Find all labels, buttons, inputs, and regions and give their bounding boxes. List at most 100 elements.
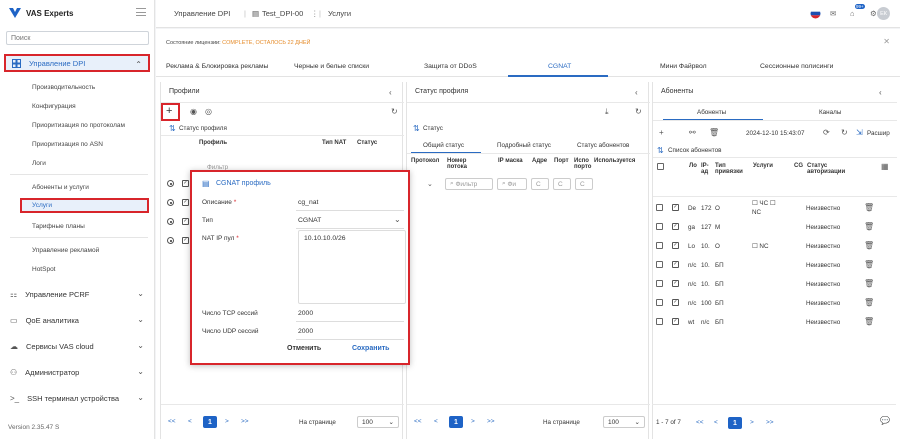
table-row[interactable]: ✓ wt n/c БП Неизвестно 🗑 (652, 314, 896, 333)
col-services[interactable]: Услуги (753, 163, 773, 169)
tcp-input[interactable]: 2000 (298, 310, 313, 317)
expand-button[interactable]: Расшир (867, 130, 890, 137)
row-enabled-checkbox[interactable]: ✓ (672, 280, 679, 287)
delete-icon[interactable]: 🗑 (864, 222, 874, 231)
col-bind-type[interactable]: Тип привязки (715, 163, 745, 175)
refresh-icon[interactable]: ↻ (391, 107, 398, 116)
filter-ports-used[interactable]: С (575, 178, 593, 190)
col-port[interactable]: Порт (554, 158, 569, 164)
delete-icon[interactable]: 🗑 (709, 128, 719, 137)
notification-icon[interactable]: ⌂ (850, 9, 855, 18)
pager-prev[interactable]: < (188, 418, 192, 425)
delete-icon[interactable]: 🗑 (864, 203, 874, 212)
pager-last[interactable]: >> (766, 419, 774, 426)
pager-last[interactable]: >> (241, 418, 249, 425)
record-icon[interactable]: ◉ (190, 107, 197, 116)
sidebar-group-dpi[interactable]: Управление DPI ⌃ (4, 54, 150, 72)
row-checkbox[interactable] (656, 242, 663, 249)
breadcrumb-dpi[interactable]: Управление DPI (174, 9, 230, 18)
sidebar-item-logs[interactable]: Логи (32, 160, 46, 167)
col-status[interactable]: Статус (357, 140, 377, 146)
row-enabled-checkbox[interactable]: ✓ (672, 223, 679, 230)
tab-policing[interactable]: Сессионные полисинги (760, 63, 833, 70)
pager-current[interactable]: 1 (728, 417, 742, 429)
table-row[interactable]: ✓ n/c 10. БП Неизвестно 🗑 (652, 276, 896, 295)
row-checkbox[interactable] (656, 204, 663, 211)
sidebar-item-proto-priority[interactable]: Приоритизация по протоколам (32, 122, 125, 129)
pager-prev[interactable]: < (434, 418, 438, 425)
refresh-icon[interactable]: ↻ (635, 107, 642, 116)
save-button[interactable]: Сохранить (352, 345, 389, 352)
avatar[interactable]: ЕК (877, 7, 890, 20)
sidebar-item-hotspot[interactable]: HotSpot (32, 266, 56, 273)
tab-cgnat[interactable]: CGNAT (548, 63, 571, 70)
delete-icon[interactable]: 🗑 (864, 241, 874, 250)
col-addr[interactable]: Адре (532, 158, 547, 164)
row-checkbox[interactable]: ✓ (182, 199, 189, 206)
col-cg[interactable]: CG (794, 163, 803, 169)
subscribers-list-link[interactable]: Список абонентов (668, 147, 721, 154)
sidebar-group-ssh[interactable]: >_ SSH терминал устройства ⌄ (4, 389, 150, 407)
cancel-button[interactable]: Отменить (287, 345, 321, 352)
flag-ru-icon[interactable] (810, 8, 821, 19)
chevron-left-icon[interactable]: ‹ (879, 88, 882, 97)
more-vertical-icon[interactable]: ⋮ (311, 9, 319, 18)
chat-icon[interactable]: 💬 (880, 416, 890, 425)
settings-icon[interactable]: ⚙ (870, 9, 877, 18)
table-row[interactable]: ✓ n/c 100 БП Неизвестно 🗑 (652, 295, 896, 314)
row-checkbox[interactable] (656, 261, 663, 268)
row-enabled-checkbox[interactable]: ✓ (672, 318, 679, 325)
row-checkbox[interactable] (656, 299, 663, 306)
row-checkbox[interactable] (656, 318, 663, 325)
search-input[interactable] (6, 31, 149, 45)
row-checkbox[interactable] (656, 223, 663, 230)
table-row[interactable]: ✓ ga 127 М Неизвестно 🗑 (652, 219, 896, 238)
add-profile-button[interactable]: + (166, 105, 172, 117)
sidebar-group-qoe[interactable]: ▭ QoE аналитика ⌄ (4, 311, 150, 329)
desc-input[interactable]: cg_nat (298, 199, 318, 206)
close-icon[interactable]: ✕ (883, 37, 890, 46)
per-page-select[interactable]: 100 ⌄ (603, 416, 645, 428)
delete-icon[interactable]: 🗑 (864, 279, 874, 288)
row-enabled-checkbox[interactable]: ✓ (672, 242, 679, 249)
tab-firewall[interactable]: Мини Файрвол (660, 63, 707, 70)
breadcrumb-device[interactable]: Test_DPI-00 (262, 9, 303, 18)
sidebar-item-asn-priority[interactable]: Приоритизация по ASN (32, 141, 103, 148)
pager-first[interactable]: << (696, 419, 704, 426)
row-radio[interactable] (167, 180, 174, 187)
col-auth-status[interactable]: Статус авторизации (807, 163, 847, 175)
mail-icon[interactable]: ✉ (830, 9, 836, 18)
refresh-icon[interactable]: ↻ (841, 128, 848, 137)
stop-icon[interactable]: ◎ (205, 107, 212, 116)
delete-icon[interactable]: 🗑 (864, 260, 874, 269)
table-row[interactable]: ✓ Lo 10. O ☐ NC Неизвестно 🗑 (652, 238, 896, 257)
sidebar-item-config[interactable]: Конфигурация (32, 103, 76, 110)
pager-next[interactable]: > (225, 418, 229, 425)
download-icon[interactable]: ⤓ (605, 107, 609, 117)
row-checkbox[interactable]: ✓ (182, 237, 189, 244)
row-checkbox[interactable]: ✓ (182, 218, 189, 225)
sidebar-item-subscribers[interactable]: Абоненты и услуги (32, 184, 89, 191)
col-ip-mask[interactable]: IP маска (498, 158, 523, 164)
pager-last[interactable]: >> (487, 418, 495, 425)
filter-port[interactable]: С (553, 178, 571, 190)
row-radio[interactable] (167, 237, 174, 244)
tab-blacklists[interactable]: Черные и белые списки (294, 63, 369, 70)
delete-icon[interactable]: 🗑 (864, 298, 874, 307)
filter-addr[interactable]: С (531, 178, 549, 190)
udp-input[interactable]: 2000 (298, 328, 313, 335)
col-flow[interactable]: Номер потока (447, 158, 477, 170)
sidebar-item-ads[interactable]: Управление рекламой (32, 247, 99, 254)
chevron-down-icon[interactable]: ⌄ (427, 180, 433, 188)
chevron-left-icon[interactable]: ‹ (389, 88, 392, 97)
columns-icon[interactable]: ▦ (881, 162, 889, 171)
sidebar-item-services[interactable]: Услуги (20, 198, 149, 213)
tab-ddos[interactable]: Защита от DDoS (424, 63, 477, 70)
row-enabled-checkbox[interactable]: ✓ (672, 261, 679, 268)
link-icon[interactable]: ⚯ (689, 128, 696, 137)
col-protocol[interactable]: Протокол (411, 158, 439, 164)
row-enabled-checkbox[interactable]: ✓ (672, 299, 679, 306)
add-icon[interactable]: + (659, 128, 664, 137)
row-radio[interactable] (167, 218, 174, 225)
table-row[interactable]: ✓ De 172 O ☐ ЧС ☐ NC Неизвестно 🗑 (652, 200, 896, 219)
